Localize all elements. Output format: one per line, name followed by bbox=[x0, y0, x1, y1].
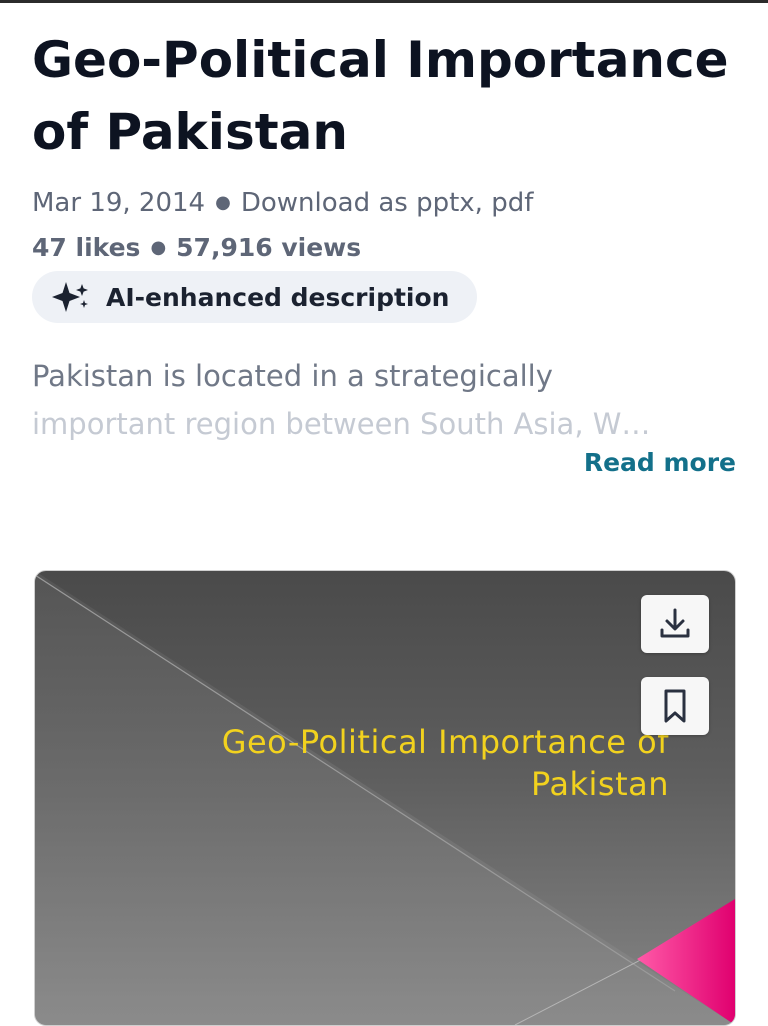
top-divider bbox=[0, 0, 768, 3]
ai-chip-label: AI-enhanced description bbox=[106, 282, 450, 312]
description-line-2: important region between South Asia, W… bbox=[32, 407, 651, 441]
slide-title-line-2: Pakistan bbox=[531, 765, 669, 803]
ai-description-chip[interactable]: AI-enhanced description bbox=[32, 271, 478, 323]
meta-date-row: Mar 19, 2014 ● Download as pptx, pdf bbox=[32, 186, 738, 220]
read-more-link[interactable]: Read more bbox=[584, 448, 736, 477]
page-title: Geo-Political Importance of Pakistan bbox=[32, 31, 729, 161]
save-button[interactable] bbox=[641, 677, 709, 735]
publish-date: Mar 19, 2014 bbox=[32, 188, 206, 218]
slide-title: Geo-Political Importance of Pakistan bbox=[109, 721, 669, 805]
download-icon bbox=[660, 608, 690, 638]
description-line-1: Pakistan is located in a strategically bbox=[32, 359, 553, 393]
separator-dot: ● bbox=[215, 192, 231, 213]
bookmark-icon bbox=[664, 689, 686, 723]
slide-title-line-1: Geo-Political Importance of bbox=[221, 723, 669, 761]
download-formats-link[interactable]: Download as pptx, pdf bbox=[241, 188, 534, 218]
meta-stats-row: 47 likes ● 57,916 views bbox=[32, 231, 738, 265]
sparkle-icon bbox=[52, 282, 88, 312]
slide-preview[interactable]: Geo-Political Importance of Pakistan bbox=[34, 570, 736, 1026]
download-button[interactable] bbox=[641, 595, 709, 653]
description: Pakistan is located in a strategically i… bbox=[32, 352, 732, 448]
views-count: 57,916 views bbox=[176, 233, 362, 262]
separator-dot: ● bbox=[150, 237, 167, 258]
likes-count: 47 likes bbox=[32, 233, 141, 262]
